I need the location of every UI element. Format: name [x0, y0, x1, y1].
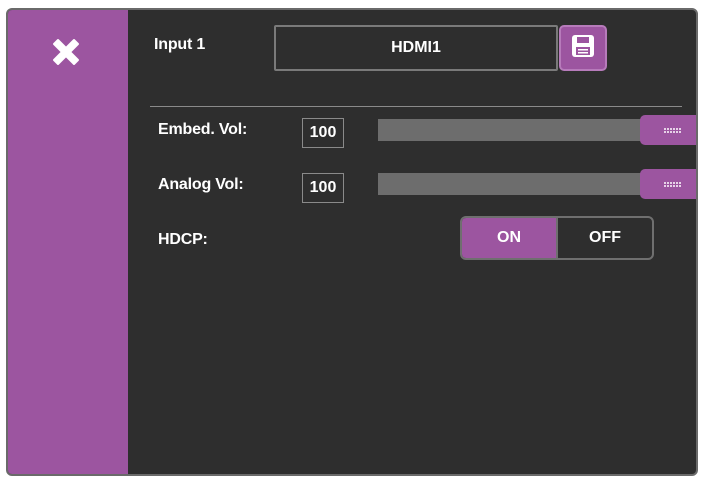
grip-dots-icon [663, 127, 681, 133]
sidebar [8, 10, 128, 474]
close-x-icon [48, 34, 84, 70]
hdcp-off-button[interactable]: OFF [558, 218, 652, 258]
hdcp-on-button[interactable]: ON [462, 218, 558, 258]
input-label: Input 1 [154, 36, 206, 53]
input-settings-panel: Input 1 HDMI1 Embed. Vol: 100 Analog Vol… [6, 8, 698, 476]
embed-vol-slider[interactable] [378, 115, 696, 145]
settings-content: Input 1 HDMI1 Embed. Vol: 100 Analog Vol… [128, 10, 696, 474]
analog-vol-slider-fill [378, 173, 672, 195]
analog-vol-slider[interactable] [378, 169, 696, 199]
save-button[interactable] [559, 25, 607, 71]
analog-vol-input[interactable]: 100 [302, 173, 344, 203]
embed-vol-slider-fill [378, 119, 672, 141]
grip-dots-icon [663, 181, 681, 187]
hdcp-toggle: ON OFF [460, 216, 654, 260]
analog-vol-label: Analog Vol: [158, 176, 244, 193]
floppy-disk-icon [570, 33, 596, 64]
analog-vol-slider-thumb[interactable] [640, 169, 696, 199]
header-divider [150, 106, 682, 107]
close-button[interactable] [48, 34, 84, 70]
input-name-field[interactable]: HDMI1 [274, 25, 558, 71]
embed-vol-slider-thumb[interactable] [640, 115, 696, 145]
embed-vol-label: Embed. Vol: [158, 121, 248, 138]
embed-vol-input[interactable]: 100 [302, 118, 344, 148]
hdcp-label: HDCP: [158, 231, 208, 248]
